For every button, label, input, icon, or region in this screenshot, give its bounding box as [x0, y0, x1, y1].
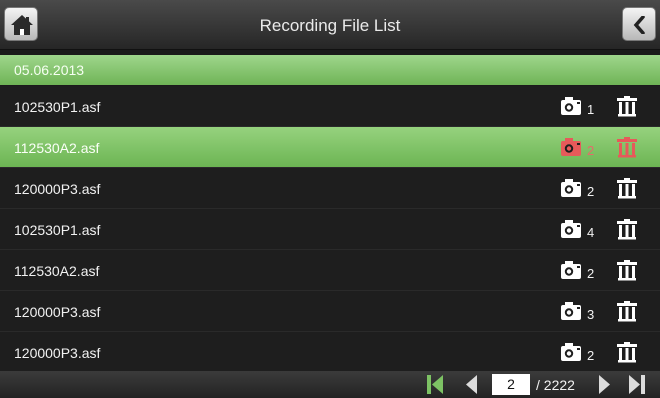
snapshot-count: 2: [587, 143, 595, 158]
last-page-icon[interactable]: [628, 373, 646, 396]
trash-icon[interactable]: [616, 95, 638, 117]
camera-icon[interactable]: [560, 260, 584, 280]
file-name: 112530A2.asf: [14, 263, 100, 279]
file-name: 102530P1.asf: [14, 99, 101, 115]
snapshot-count: 2: [587, 348, 595, 363]
pagination-bar: 2 / 2222: [0, 371, 660, 398]
file-row[interactable]: 102530P1.asf 1: [0, 86, 660, 127]
trash-icon[interactable]: [616, 259, 638, 281]
snapshot-count: 2: [587, 184, 595, 199]
file-name: 120000P3.asf: [14, 304, 101, 320]
file-row[interactable]: 120000P3.asf 2: [0, 168, 660, 209]
trash-icon[interactable]: [616, 218, 638, 240]
top-bar: Recording File List: [0, 0, 660, 50]
camera-icon[interactable]: [560, 137, 584, 157]
file-name: 102530P1.asf: [14, 222, 101, 238]
snapshot-count: 4: [587, 225, 595, 240]
file-row[interactable]: 120000P3.asf 3: [0, 291, 660, 332]
camera-icon[interactable]: [560, 301, 584, 321]
file-list: 102530P1.asf 1 112530A2.asf 2 120000P3.asf 2 1…: [0, 86, 660, 373]
camera-icon[interactable]: [560, 96, 584, 116]
file-row[interactable]: 102530P1.asf 4: [0, 209, 660, 250]
camera-icon[interactable]: [560, 219, 584, 239]
snapshot-count: 1: [587, 102, 595, 117]
back-chevron-icon: [633, 16, 645, 34]
file-name: 120000P3.asf: [14, 345, 101, 361]
snapshot-count: 3: [587, 307, 595, 322]
trash-icon[interactable]: [616, 341, 638, 363]
snapshot-count: 2: [587, 266, 595, 281]
file-name: 120000P3.asf: [14, 181, 101, 197]
file-row[interactable]: 112530A2.asf 2: [0, 127, 660, 168]
camera-icon[interactable]: [560, 178, 584, 198]
camera-icon[interactable]: [560, 342, 584, 362]
trash-icon[interactable]: [616, 177, 638, 199]
trash-icon[interactable]: [616, 300, 638, 322]
next-page-icon[interactable]: [598, 373, 612, 396]
trash-icon[interactable]: [616, 136, 638, 158]
date-group-header[interactable]: 05.06.2013: [0, 55, 660, 85]
file-row[interactable]: 112530A2.asf 2: [0, 250, 660, 291]
back-button[interactable]: [622, 7, 656, 41]
page-title: Recording File List: [259, 16, 401, 35]
file-row[interactable]: 120000P3.asf 2: [0, 332, 660, 373]
total-pages-label: / 2222: [536, 377, 575, 393]
file-name: 112530A2.asf: [14, 140, 100, 156]
prev-page-icon[interactable]: [464, 373, 478, 396]
first-page-icon[interactable]: [426, 373, 444, 396]
current-page-field[interactable]: 2: [492, 374, 530, 395]
